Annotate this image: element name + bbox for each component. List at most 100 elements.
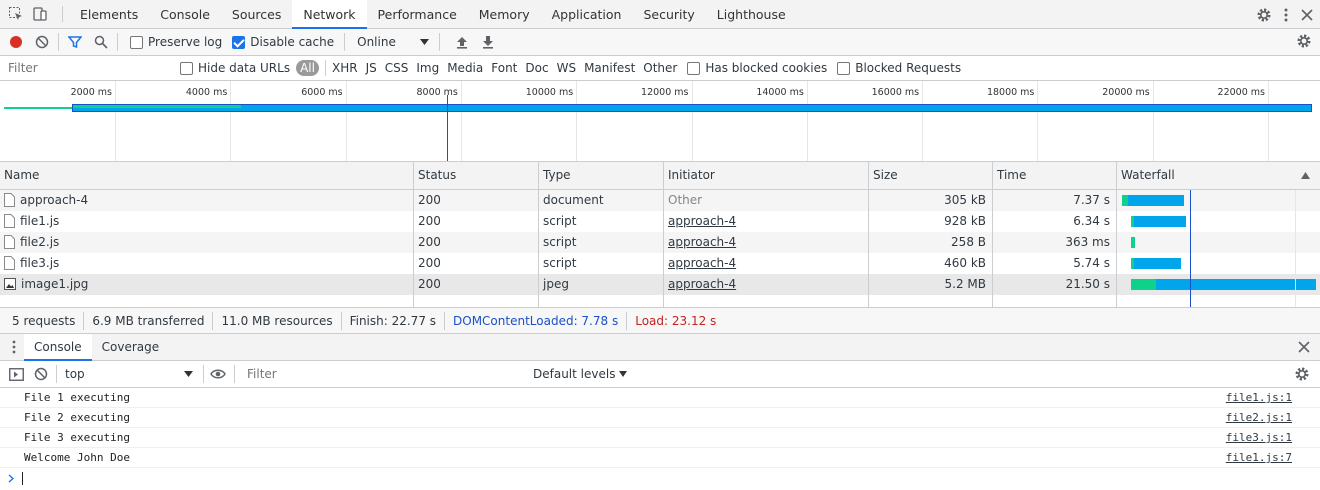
filter-funnel-icon	[68, 35, 82, 49]
drawer-tab-console[interactable]: Console	[24, 333, 92, 361]
column-header-initiator[interactable]: Initiator	[664, 162, 869, 189]
console-source-link[interactable]: file3.js:1	[1226, 428, 1292, 448]
console-source-link[interactable]: file2.js:1	[1226, 408, 1292, 428]
table-row[interactable]: approach-4 200 document Other 305 kB 7.37 s	[0, 190, 1320, 211]
clear-console-icon[interactable]	[34, 367, 48, 381]
record-button[interactable]	[6, 32, 26, 52]
disable-cache-box[interactable]	[232, 35, 246, 49]
column-header-size[interactable]: Size	[869, 162, 993, 189]
cell-initiator[interactable]: approach-4	[664, 211, 869, 232]
overview-gridline	[115, 81, 116, 161]
type-filter-doc[interactable]: Doc	[525, 61, 548, 75]
preserve-log-box[interactable]	[130, 35, 143, 49]
settings-gear-icon[interactable]	[1256, 7, 1272, 23]
type-filter-js[interactable]: JS	[366, 61, 377, 75]
javascript-context-select[interactable]: top	[61, 367, 197, 381]
cell-initiator[interactable]: approach-4	[664, 274, 869, 295]
export-har-button[interactable]	[478, 32, 498, 52]
search-button[interactable]	[91, 32, 111, 52]
overview-gridline	[345, 81, 347, 161]
blocked-requests-box[interactable]	[837, 61, 851, 75]
column-header-waterfall[interactable]: Waterfall	[1117, 162, 1320, 189]
cell-name-text: approach-4	[20, 193, 89, 207]
console-prompt[interactable]	[0, 468, 1320, 488]
console-source-link[interactable]: file1.js:1	[1226, 388, 1292, 408]
cell-waterfall[interactable]	[1117, 232, 1320, 253]
cell-name-text: file3.js	[20, 256, 60, 270]
drawer-tab-coverage[interactable]: Coverage	[92, 334, 170, 361]
preserve-log-checkbox[interactable]: Preserve log	[130, 35, 222, 49]
cell-waterfall[interactable]	[1117, 274, 1320, 295]
tab-performance[interactable]: Performance	[367, 0, 468, 29]
cell-initiator[interactable]: approach-4	[664, 253, 869, 274]
column-header-type[interactable]: Type	[539, 162, 664, 189]
table-row[interactable]: image1.jpg 200 jpeg approach-4 5.2 MB 21.50 s	[0, 274, 1320, 295]
dropdown-arrow-icon	[184, 371, 193, 377]
cell-initiator[interactable]: approach-4	[664, 232, 869, 253]
cell-waterfall[interactable]	[1117, 190, 1320, 211]
has-blocked-cookies-box[interactable]	[687, 61, 701, 75]
type-filter-other[interactable]: Other	[643, 61, 677, 75]
overview-tick-label: 8000 ms	[416, 87, 458, 98]
cell-initiator-text: approach-4	[668, 256, 737, 270]
cell-time-text: 7.37 s	[1073, 193, 1110, 207]
clear-button[interactable]	[32, 32, 52, 52]
device-toolbar-icon[interactable]	[32, 6, 48, 22]
type-filter-manifest[interactable]: Manifest	[584, 61, 635, 75]
type-filter-font[interactable]: Font	[491, 61, 517, 75]
has-blocked-cookies-checkbox[interactable]: Has blocked cookies	[687, 61, 827, 75]
console-filter-input[interactable]	[243, 364, 525, 384]
table-row[interactable]: file3.js 200 script approach-4 460 kB 5.74 s	[0, 253, 1320, 274]
waterfall-download-segment	[1134, 258, 1181, 269]
column-header-time[interactable]: Time	[993, 162, 1117, 189]
filter-input[interactable]	[4, 58, 170, 78]
inspect-element-icon[interactable]	[8, 6, 24, 22]
drawer-menu-icon[interactable]	[12, 340, 16, 354]
cell-waterfall[interactable]	[1117, 211, 1320, 232]
tab-network[interactable]: Network	[292, 0, 367, 29]
table-row[interactable]: file1.js 200 script approach-4 928 kB 6.34 s	[0, 211, 1320, 232]
log-levels-select[interactable]: Default levels	[533, 367, 628, 381]
column-header-name[interactable]: Name	[0, 162, 414, 189]
tab-security[interactable]: Security	[632, 0, 705, 29]
filter-toggle-button[interactable]	[65, 32, 85, 52]
hide-data-urls-checkbox[interactable]: Hide data URLs	[180, 61, 290, 75]
hide-data-urls-box[interactable]	[180, 61, 193, 75]
tab-sources[interactable]: Sources	[221, 0, 292, 29]
overview-timeline[interactable]: 2000 ms 4000 ms 6000 ms 8000 ms 10000 ms 1200…	[0, 81, 1320, 162]
console-settings-gear-icon[interactable]	[1294, 366, 1310, 382]
type-filter-img[interactable]: Img	[416, 61, 439, 75]
cell-waterfall[interactable]	[1117, 253, 1320, 274]
cell-type-text: jpeg	[543, 277, 569, 291]
close-drawer-icon[interactable]	[1298, 341, 1310, 353]
type-filter-all[interactable]: All	[296, 60, 319, 76]
type-filter-ws[interactable]: WS	[557, 61, 576, 75]
close-devtools-icon[interactable]	[1300, 8, 1314, 22]
column-header-status[interactable]: Status	[414, 162, 539, 189]
table-row[interactable]: file2.js 200 script approach-4 258 B 363 ms	[0, 232, 1320, 253]
cell-size: 258 B	[869, 232, 993, 253]
type-filter-media[interactable]: Media	[447, 61, 483, 75]
table-header: Name Status Type Initiator Size Time Waterfall	[0, 162, 1320, 190]
import-har-button[interactable]	[452, 32, 472, 52]
tab-memory[interactable]: Memory	[468, 0, 541, 29]
console-source-link[interactable]: file1.js:7	[1226, 448, 1292, 468]
disable-cache-checkbox[interactable]: Disable cache	[232, 35, 334, 49]
network-settings-button[interactable]	[1296, 33, 1312, 49]
blocked-requests-checkbox[interactable]: Blocked Requests	[837, 61, 961, 75]
console-message-text: File 2 executing	[24, 411, 130, 424]
toolbar-separator	[203, 365, 204, 383]
cell-type-text: script	[543, 235, 577, 249]
type-filter-css[interactable]: CSS	[385, 61, 409, 75]
type-filter-xhr[interactable]: XHR	[332, 61, 358, 75]
cell-name: image1.jpg	[0, 274, 414, 295]
tab-elements[interactable]: Elements	[69, 0, 149, 29]
console-sidebar-icon[interactable]	[9, 367, 24, 381]
live-expression-eye-icon[interactable]	[210, 368, 226, 380]
filler-cell	[1117, 295, 1320, 307]
more-vertical-icon[interactable]	[1283, 7, 1289, 23]
throttling-select[interactable]: Online	[357, 35, 430, 49]
tab-lighthouse[interactable]: Lighthouse	[706, 0, 797, 29]
tab-application[interactable]: Application	[541, 0, 633, 29]
tab-console[interactable]: Console	[149, 0, 221, 29]
